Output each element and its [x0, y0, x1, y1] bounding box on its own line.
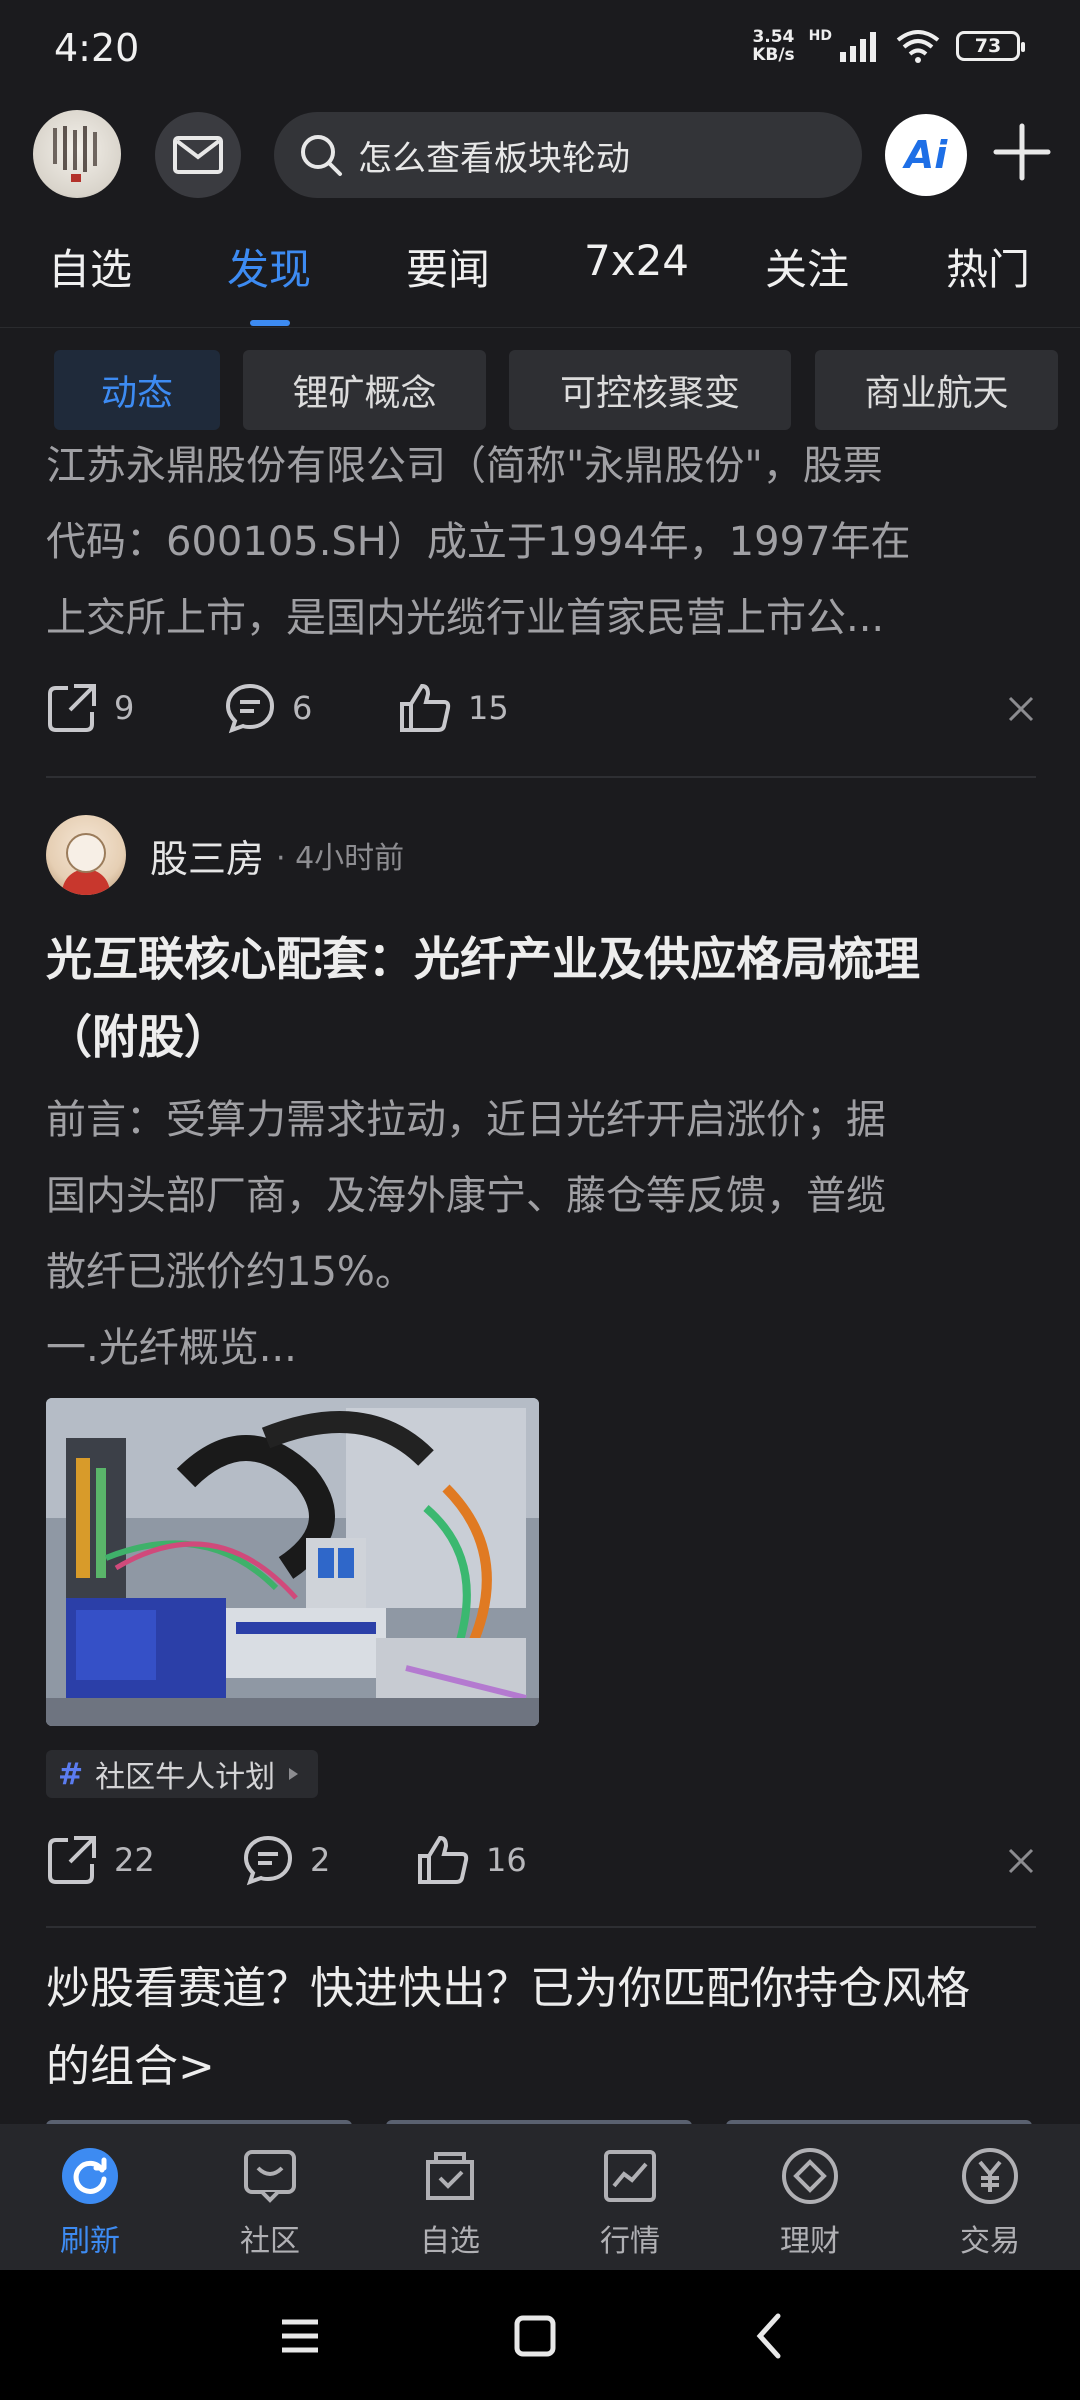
tab-hot[interactable]: 热门 — [946, 236, 1030, 297]
wealth-icon — [782, 2148, 838, 2204]
like-button[interactable]: 16 — [416, 1834, 527, 1886]
chip-aerospace[interactable]: 商业航天 — [815, 350, 1058, 430]
search-icon — [301, 135, 342, 176]
comment-button[interactable]: 2 — [242, 1834, 330, 1886]
active-tab-indicator — [250, 320, 290, 326]
post1-body[interactable]: 江苏永鼎股份有限公司（简称"永鼎股份"，股票 代码：600105.SH）成立于1… — [46, 428, 1036, 656]
system-navigation — [0, 2270, 1080, 2400]
refresh-icon — [62, 2148, 118, 2204]
portfolio-promo[interactable]: 炒股看赛道？快进快出？已为你匹配你持仓风格 的组合> — [46, 1950, 1036, 2106]
network-speed: 3.54 KB/s — [752, 27, 795, 65]
tab-news[interactable]: 要闻 — [406, 236, 490, 297]
dismiss-icon[interactable] — [1006, 694, 1036, 724]
nav-community[interactable]: 社区 — [210, 2146, 330, 2260]
thumbs-up-icon — [400, 683, 451, 732]
main-tabs: 自选 发现 要闻 7x24 关注 热门 — [0, 236, 1080, 328]
post2-image[interactable] — [46, 1398, 539, 1726]
wifi-icon — [896, 30, 940, 63]
status-time: 4:20 — [54, 26, 140, 70]
tab-discover[interactable]: 发现 — [227, 236, 311, 297]
mail-icon — [173, 136, 223, 174]
bottom-navigation: 刷新 社区 自选 行情 理财 交易 — [0, 2124, 1080, 2270]
top-bar: 怎么查看板块轮动 Ai — [0, 110, 1080, 202]
hashtag-icon: # — [58, 1756, 84, 1792]
comment-button[interactable]: 6 — [224, 682, 312, 734]
share-button[interactable]: 9 — [46, 682, 134, 734]
topic-chips: 动态 锂矿概念 可控核聚变 商业航天 — [0, 350, 1080, 432]
market-icon — [604, 2150, 656, 2202]
tab-watchlist[interactable]: 自选 — [48, 236, 132, 297]
user-avatar[interactable] — [33, 110, 121, 198]
calligraphy-avatar-image — [53, 126, 97, 182]
post1-actions: 9 6 15 — [46, 682, 1036, 742]
topic-tag[interactable]: # 社区牛人计划 — [46, 1750, 319, 1798]
post-time: · 4小时前 — [276, 841, 405, 876]
thumbs-up-icon — [418, 1835, 469, 1884]
battery-icon: 73 — [956, 31, 1025, 61]
nav-market[interactable]: 行情 — [570, 2146, 690, 2260]
post2-actions: 22 2 16 — [46, 1834, 1036, 1894]
dismiss-icon[interactable] — [1006, 1846, 1036, 1876]
watchlist-icon — [426, 2152, 474, 2200]
author-avatar[interactable] — [46, 815, 126, 895]
feed-divider — [46, 776, 1036, 778]
chip-dynamic[interactable]: 动态 — [54, 350, 220, 430]
chip-lithium[interactable]: 锂矿概念 — [243, 350, 486, 430]
search-placeholder: 怎么查看板块轮动 — [358, 138, 630, 179]
comment-icon — [225, 683, 275, 734]
search-bar[interactable]: 怎么查看板块轮动 — [274, 112, 862, 198]
author-name[interactable]: 股三房 — [150, 828, 264, 883]
post2-author-row[interactable]: 股三房 · 4小时前 — [46, 815, 1036, 895]
community-icon — [244, 2150, 296, 2203]
status-bar: 4:20 3.54 KB/s HD 73 — [0, 0, 1080, 100]
nav-refresh[interactable]: 刷新 — [30, 2146, 150, 2260]
tab-following[interactable]: 关注 — [765, 236, 849, 297]
hd-indicator: HD — [808, 28, 832, 44]
ai-assistant-button[interactable]: Ai — [885, 114, 967, 196]
feed-divider — [46, 1926, 1036, 1928]
post2-title[interactable]: 光互联核心配套：光纤产业及供应格局梳理 （附股） — [46, 920, 1036, 1076]
status-icons: 3.54 KB/s HD 73 — [752, 27, 1025, 65]
home-icon[interactable] — [505, 2306, 565, 2366]
signal-icon — [840, 32, 876, 62]
nav-wealth[interactable]: 理财 — [750, 2146, 870, 2260]
post2-body[interactable]: 前言：受算力需求拉动，近日光纤开启涨价；据 国内头部厂商，及海外康宁、藤仓等反馈… — [46, 1082, 1036, 1386]
nav-watchlist[interactable]: 自选 — [390, 2146, 510, 2260]
share-button[interactable]: 22 — [46, 1834, 155, 1886]
nav-trade[interactable]: 交易 — [930, 2146, 1050, 2260]
tab-7x24[interactable]: 7x24 — [584, 236, 689, 285]
share-icon — [48, 1836, 96, 1884]
like-button[interactable]: 15 — [398, 682, 509, 734]
factory-photo — [46, 1398, 539, 1726]
messages-button[interactable] — [155, 112, 241, 198]
share-icon — [48, 684, 96, 732]
chevron-right-icon — [289, 1768, 299, 1780]
chip-fusion[interactable]: 可控核聚变 — [509, 350, 791, 430]
comment-icon — [243, 1835, 293, 1886]
menu-icon[interactable] — [270, 2306, 330, 2366]
add-icon[interactable] — [990, 120, 1054, 184]
trade-icon — [962, 2148, 1018, 2204]
back-icon[interactable] — [740, 2306, 800, 2366]
